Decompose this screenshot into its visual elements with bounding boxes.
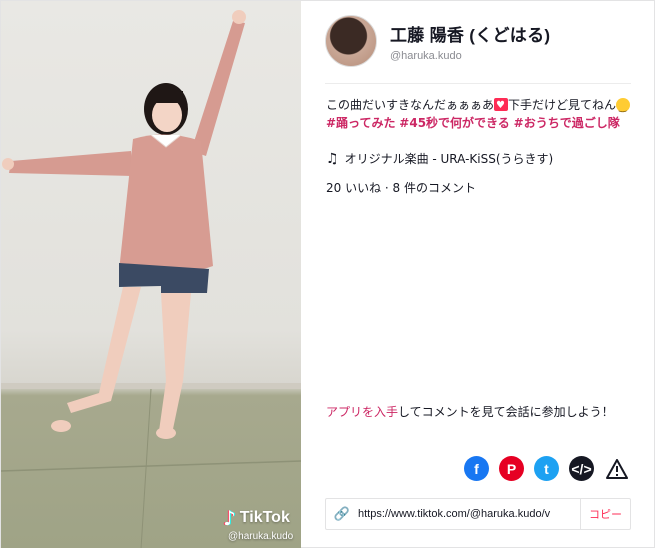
- engagement-stats: 20 いいね · 8 件のコメント: [326, 181, 476, 195]
- music-note-icon: ♫: [326, 150, 339, 167]
- report-button[interactable]: [604, 456, 629, 481]
- video-caption: この曲だいすきなんだぁぁぁあ下手だけど見てねん #踊ってみた #45秒で何ができ…: [326, 96, 632, 132]
- user-avatar[interactable]: [325, 15, 377, 67]
- copy-link-box: 🔗 https://www.tiktok.com/@haruka.kudo/v …: [325, 498, 631, 530]
- copy-button[interactable]: コピー: [580, 499, 630, 529]
- author-header[interactable]: 工藤 陽香 (くどはる) @haruka.kudo: [325, 15, 550, 67]
- tiktok-embed: ♪ TikTok @haruka.kudo 工藤 陽香 (くどはる) @haru…: [0, 0, 655, 548]
- heart-emoji-icon: [494, 97, 509, 115]
- twitter-share-button[interactable]: t: [534, 456, 559, 481]
- pinterest-icon: P: [506, 460, 517, 477]
- link-icon: 🔗: [333, 506, 351, 522]
- video-player[interactable]: ♪ TikTok @haruka.kudo: [1, 1, 301, 548]
- video-frame-illustration: [1, 10, 301, 548]
- get-app-link[interactable]: アプリを入手: [326, 405, 398, 419]
- warning-icon: [605, 458, 628, 479]
- app-cta: アプリを入手してコメントを見て会話に参加しよう！: [326, 403, 614, 420]
- tiktok-logo-icon: ♪: [223, 506, 236, 530]
- author-name[interactable]: 工藤 陽香 (くどはる): [390, 21, 550, 46]
- video-url[interactable]: https://www.tiktok.com/@haruka.kudo/v: [358, 508, 572, 520]
- tiktok-watermark: ♪ TikTok: [223, 506, 290, 530]
- divider: [325, 83, 631, 84]
- tiktok-watermark-text: TikTok: [239, 509, 290, 526]
- author-text: 工藤 陽香 (くどはる) @haruka.kudo: [390, 21, 550, 62]
- watermark-username: @haruka.kudo: [228, 531, 294, 542]
- caption-text-1: この曲だいすきなんだぁぁぁあ: [326, 98, 495, 112]
- hashtag-link[interactable]: #45秒で何ができる: [399, 116, 510, 130]
- music-link[interactable]: ♫ オリジナル楽曲 - URA-KiSS(うらきす): [326, 150, 553, 167]
- facebook-icon: f: [474, 460, 479, 477]
- music-label[interactable]: オリジナル楽曲 - URA-KiSS(うらきす): [345, 150, 554, 167]
- cta-text: してコメントを見て会話に参加しよう！: [398, 405, 614, 419]
- info-panel: 工藤 陽香 (くどはる) @haruka.kudo この曲だいすきなんだぁぁぁあ…: [301, 1, 655, 548]
- caption-text-2: 下手だけど見てねん: [508, 98, 617, 112]
- facebook-share-button[interactable]: f: [464, 456, 489, 481]
- pinterest-share-button[interactable]: P: [499, 456, 524, 481]
- hashtag-link[interactable]: #おうちで過ごし隊: [514, 116, 620, 130]
- share-buttons: f P t </>: [464, 456, 629, 481]
- embed-code-button[interactable]: </>: [569, 456, 594, 481]
- twitter-icon: t: [544, 460, 549, 477]
- author-handle[interactable]: @haruka.kudo: [390, 50, 550, 62]
- smile-emoji-icon: [616, 98, 631, 117]
- code-icon: </>: [571, 460, 592, 477]
- hashtag-link[interactable]: #踊ってみた: [326, 116, 395, 130]
